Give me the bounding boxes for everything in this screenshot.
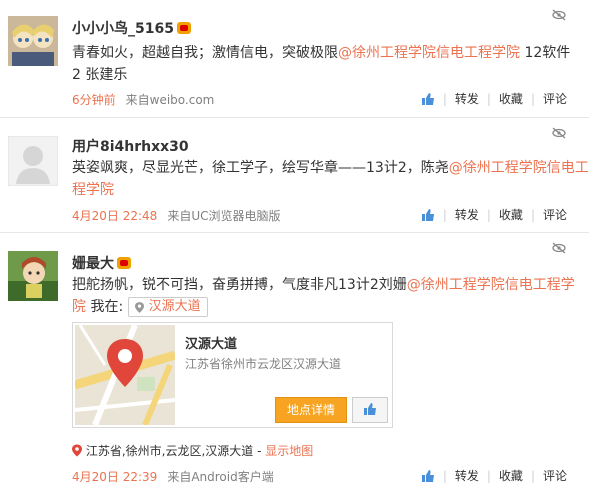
post-meta: 6分钟前 来自weibo.com xyxy=(72,91,214,108)
hide-eye-icon[interactable] xyxy=(551,6,567,21)
map-thumbnail[interactable] xyxy=(75,325,175,425)
checkin-label: 我在: xyxy=(90,299,124,315)
username-link[interactable]: 用户8i4hrhxx30 xyxy=(72,139,189,155)
location-pin-icon xyxy=(72,444,82,457)
username-link[interactable]: 小小小鸟_5165 xyxy=(72,21,174,37)
post-text: 青春如火，超越自我；激情信电，突破极限@徐州工程学院信电工程学院 12软件2 张… xyxy=(72,42,572,86)
checkin-place[interactable]: 汉源大道 xyxy=(149,296,201,318)
show-map-link[interactable]: 显示地图 xyxy=(265,444,313,458)
avatar[interactable] xyxy=(8,136,58,186)
like-icon[interactable] xyxy=(421,208,435,222)
location-separator: - xyxy=(253,444,266,458)
hide-eye-icon[interactable] xyxy=(551,239,567,254)
avatar[interactable] xyxy=(8,251,58,301)
action-bar: | 转发 | 收藏 | 评论 xyxy=(421,467,567,484)
mention-link[interactable]: @徐州工程学院信电工程学院 xyxy=(338,45,520,61)
like-icon[interactable] xyxy=(421,469,435,483)
card-place-title[interactable]: 汉源大道 xyxy=(185,333,237,352)
vip-badge-icon xyxy=(176,22,191,34)
action-bar: | 转发 | 收藏 | 评论 xyxy=(421,90,567,107)
post-source[interactable]: 来自weibo.com xyxy=(126,93,215,107)
post-body: 把舵扬帆，锐不可挡，奋勇拼搏，气度非凡13计2刘姗 xyxy=(72,277,407,293)
like-icon[interactable] xyxy=(421,92,435,106)
location-text: 江苏省,徐州市,云龙区,汉源大道 xyxy=(85,444,254,458)
post-3: 姗最大 把舵扬帆，锐不可挡，奋勇拼搏，气度非凡13计2刘姗@徐州工程学院信电工程… xyxy=(0,233,589,487)
action-bar: | 转发 | 收藏 | 评论 xyxy=(421,206,567,223)
location-pin-icon xyxy=(134,301,144,313)
comment-button[interactable]: 评论 xyxy=(543,206,567,223)
place-like-button[interactable] xyxy=(352,397,388,423)
post-time[interactable]: 4月20日 22:48 xyxy=(72,209,157,223)
username[interactable]: 姗最大 xyxy=(72,253,131,273)
post-source[interactable]: 来自Android客户端 xyxy=(167,470,273,484)
weibo-feed: 小小小鸟_5165 青春如火，超越自我；激情信电，突破极限@徐州工程学院信电工程… xyxy=(0,0,589,487)
comment-button[interactable]: 评论 xyxy=(543,90,567,107)
post-time[interactable]: 4月20日 22:39 xyxy=(72,470,157,484)
username-link[interactable]: 姗最大 xyxy=(72,256,114,272)
post-text: 英姿飒爽，尽显光芒，徐工学子，绘写华章——13计2，陈尧@徐州工程学院信电工程学… xyxy=(72,157,589,201)
checkin-place-chip[interactable]: 汉源大道 xyxy=(127,296,208,318)
username[interactable]: 小小小鸟_5165 xyxy=(72,18,191,38)
comment-button[interactable]: 评论 xyxy=(543,467,567,484)
favorite-button[interactable]: 收藏 xyxy=(499,90,523,107)
card-place-address: 江苏省徐州市云龙区汉源大道 xyxy=(185,357,342,371)
place-detail-button[interactable]: 地点详情 xyxy=(275,397,347,423)
post-text: 把舵扬帆，锐不可挡，奋勇拼搏，气度非凡13计2刘姗@徐州工程学院信电工程学院 我… xyxy=(72,274,582,318)
like-icon xyxy=(363,401,377,420)
repost-button[interactable]: 转发 xyxy=(455,467,479,484)
post-2: 用户8i4hrhxx30 英姿飒爽，尽显光芒，徐工学子，绘写华章——13计2，陈… xyxy=(0,118,589,233)
repost-button[interactable]: 转发 xyxy=(455,206,479,223)
post-body: 英姿飒爽，尽显光芒，徐工学子，绘写华章——13计2，陈尧 xyxy=(72,160,449,176)
location-line: 江苏省,徐州市,云龙区,汉源大道 - 显示地图 xyxy=(72,442,313,459)
post-time[interactable]: 6分钟前 xyxy=(72,93,116,107)
post-meta: 4月20日 22:39 来自Android客户端 xyxy=(72,468,274,485)
post-body: 青春如火，超越自我；激情信电，突破极限 xyxy=(72,45,338,61)
username[interactable]: 用户8i4hrhxx30 xyxy=(72,136,189,156)
post-1: 小小小鸟_5165 青春如火，超越自我；激情信电，突破极限@徐州工程学院信电工程… xyxy=(0,0,589,118)
hide-eye-icon[interactable] xyxy=(551,124,567,139)
repost-button[interactable]: 转发 xyxy=(455,90,479,107)
favorite-button[interactable]: 收藏 xyxy=(499,206,523,223)
post-source[interactable]: 来自UC浏览器电脑版 xyxy=(167,209,280,223)
vip-badge-icon xyxy=(117,257,131,269)
favorite-button[interactable]: 收藏 xyxy=(499,467,523,484)
post-meta: 4月20日 22:48 来自UC浏览器电脑版 xyxy=(72,207,280,224)
avatar[interactable] xyxy=(8,16,58,66)
location-card: 汉源大道 江苏省徐州市云龙区汉源大道 地点详情 xyxy=(72,322,393,428)
